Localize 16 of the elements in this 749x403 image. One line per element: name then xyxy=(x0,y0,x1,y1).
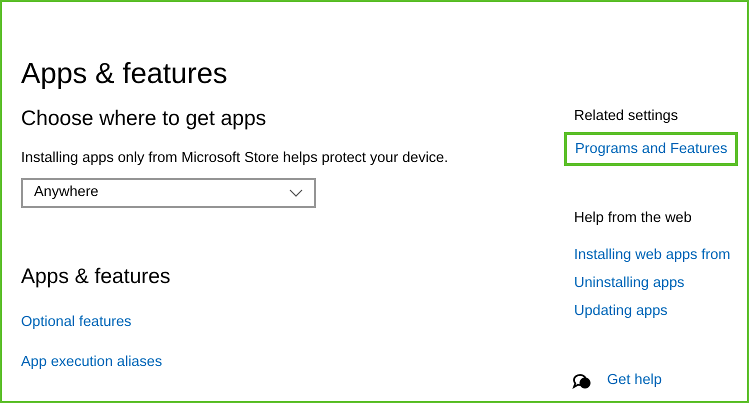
settings-link[interactable]: App execution aliases xyxy=(21,352,162,372)
chevron-down-icon xyxy=(289,189,303,197)
description-text: Installing apps only from Microsoft Store helps protect your device. xyxy=(21,149,450,168)
help-link[interactable]: Uninstalling apps xyxy=(574,273,684,293)
section-heading: Related settings xyxy=(574,107,679,126)
page-title: Apps & features xyxy=(21,57,228,92)
section-heading: Apps & features xyxy=(21,264,172,290)
settings-link[interactable]: Optional features xyxy=(21,312,132,332)
settings-link[interactable]: Programs and Features xyxy=(564,132,738,166)
help-chat-icon xyxy=(572,372,592,390)
help-link[interactable]: Updating apps xyxy=(574,301,668,321)
get-help-link[interactable]: Get help xyxy=(607,370,662,392)
source-dropdown[interactable]: Anywhere xyxy=(21,178,316,208)
help-link[interactable]: Installing web apps from xyxy=(574,245,730,265)
section-heading: Choose where to get apps xyxy=(21,106,268,132)
section-heading: Help from the web xyxy=(574,209,693,228)
